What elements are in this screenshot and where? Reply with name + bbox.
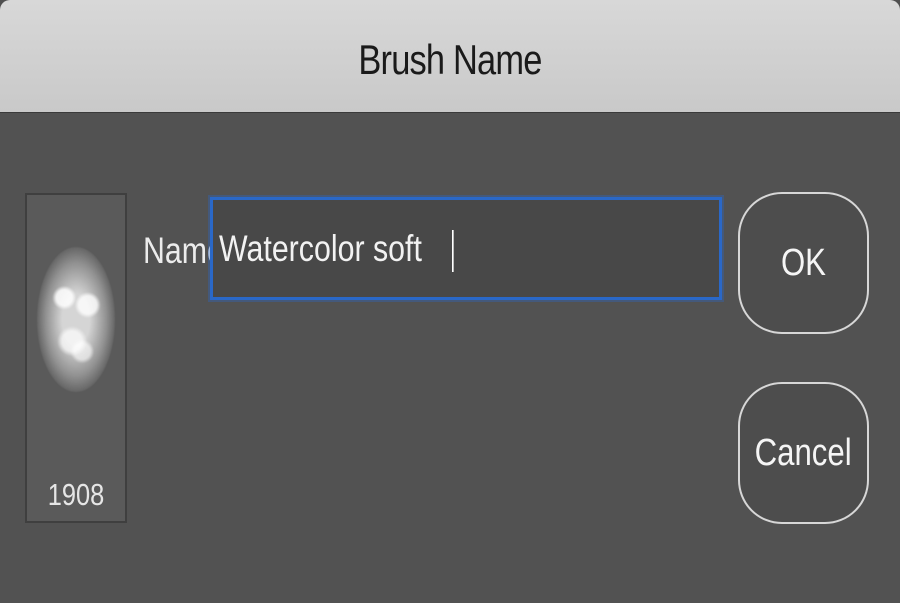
ok-button-label: OK — [780, 242, 827, 284]
cancel-button[interactable]: Cancel — [738, 382, 869, 524]
brush-size-label: 1908 — [47, 477, 105, 512]
cancel-button-label: Cancel — [754, 432, 852, 474]
dialog-title: Brush Name — [358, 36, 542, 83]
brush-preview-panel: 1908 — [25, 193, 127, 523]
brush-name-dialog: Brush Name 1908 Name: Watercolor soft OK… — [0, 0, 900, 603]
text-caret — [452, 230, 455, 273]
brush-name-value: Watercolor soft — [219, 228, 422, 269]
dialog-titlebar[interactable]: Brush Name — [0, 0, 900, 113]
brush-name-input[interactable]: Watercolor soft — [210, 197, 722, 300]
brush-preview-icon — [37, 247, 115, 392]
ok-button[interactable]: OK — [738, 192, 869, 334]
